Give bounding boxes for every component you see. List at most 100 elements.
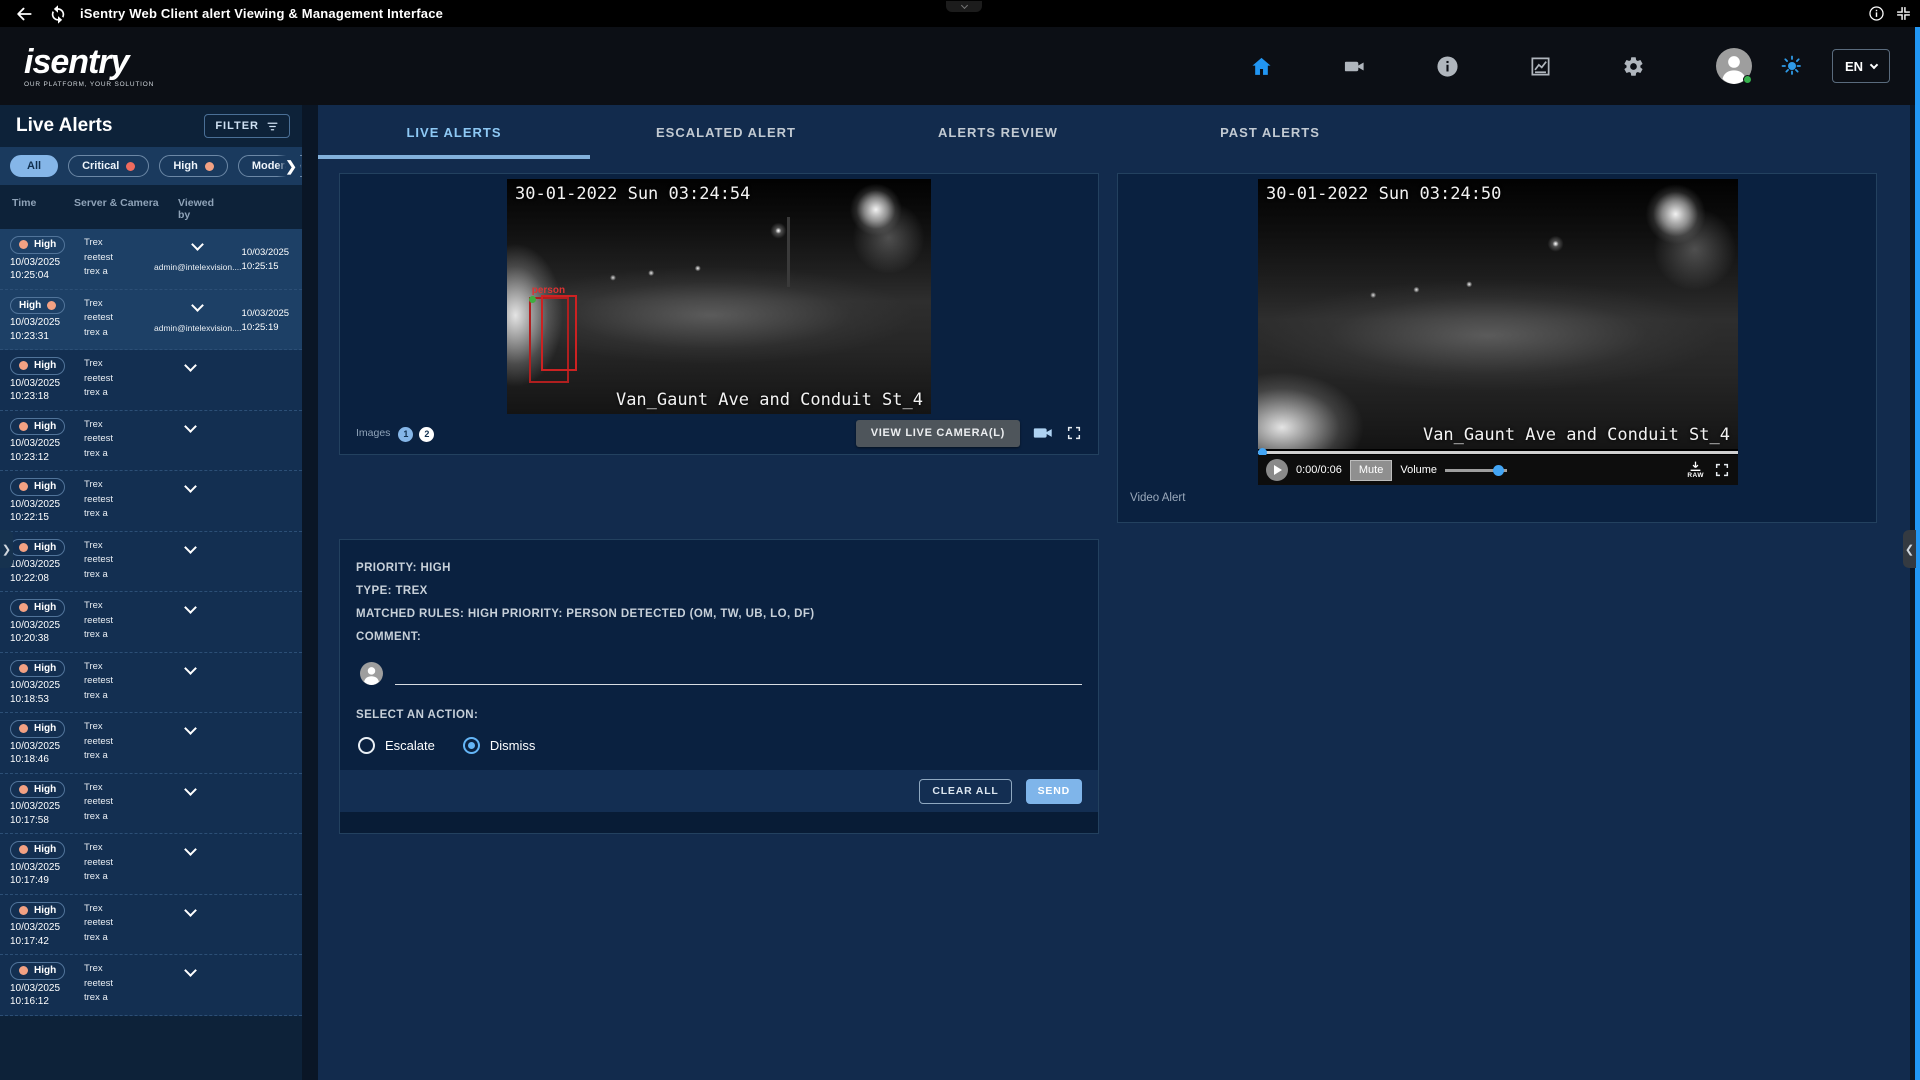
viewed-timestamp <box>226 660 296 707</box>
alert-snapshot-image[interactable]: 30-01-2022 Sun 03:24:54 Van_Gaunt Ave an… <box>507 179 931 414</box>
nav-settings-icon[interactable] <box>1622 55 1645 78</box>
tab-past-alerts[interactable]: PAST ALERTS <box>1134 105 1406 159</box>
play-button[interactable] <box>1266 459 1288 481</box>
column-viewed-by: Viewed by <box>178 197 228 221</box>
priority-badge: High <box>10 660 65 678</box>
download-raw-button[interactable]: RAW <box>1687 461 1704 479</box>
tab-escalated-alert[interactable]: ESCALATED ALERT <box>590 105 862 159</box>
live-camera-icon[interactable] <box>1032 422 1054 444</box>
server-camera-cell: Trexreetesttrex a <box>72 841 154 888</box>
collapse-icon[interactable] <box>1895 5 1912 22</box>
alert-row[interactable]: High10/03/202510:17:49Trexreetesttrex a <box>0 834 302 895</box>
video-fullscreen-icon[interactable] <box>1714 462 1730 478</box>
image-page-2[interactable]: 2 <box>419 427 434 442</box>
refresh-icon[interactable] <box>48 4 68 24</box>
filter-chip-all[interactable]: All <box>10 155 58 177</box>
expand-chevron-icon[interactable] <box>184 904 197 917</box>
live-alerts-sidebar: Live Alerts FILTER AllCriticalHighModera… <box>0 105 302 1080</box>
back-icon[interactable] <box>14 4 34 24</box>
fullscreen-icon[interactable] <box>1066 425 1082 441</box>
filter-chip-critical[interactable]: Critical <box>68 155 149 177</box>
expand-chevron-icon[interactable] <box>191 238 204 251</box>
language-selector[interactable]: EN <box>1832 49 1890 83</box>
priority-badge: High <box>10 236 65 254</box>
sidebar-collapse-handle[interactable]: ❯ <box>0 530 13 568</box>
alert-row[interactable]: High10/03/202510:20:38Trexreetesttrex a <box>0 592 302 653</box>
alert-row[interactable]: High10/03/202510:17:42Trexreetesttrex a <box>0 895 302 956</box>
logo-tagline: OUR PLATFORM, YOUR SOLUTION <box>24 81 154 88</box>
nav-reports-icon[interactable] <box>1529 55 1552 78</box>
alert-row[interactable]: High10/03/202510:23:31Trexreetesttrex aa… <box>0 290 302 351</box>
mute-button[interactable]: Mute <box>1350 460 1392 481</box>
expand-chevron-icon[interactable] <box>184 359 197 372</box>
expand-chevron-icon[interactable] <box>184 662 197 675</box>
expand-chevron-icon[interactable] <box>191 299 204 312</box>
priority-badge: High <box>10 781 65 799</box>
online-status-dot <box>1743 75 1752 84</box>
severity-filter-chips: AllCriticalHighModerate❯ <box>0 147 302 185</box>
expand-chevron-icon[interactable] <box>184 843 197 856</box>
action-radios: Escalate Dismiss <box>340 721 1098 754</box>
main-panel: LIVE ALERTSESCALATED ALERTALERTS REVIEWP… <box>318 105 1910 1080</box>
nav-cameras-icon[interactable] <box>1343 55 1366 78</box>
viewed-timestamp <box>226 418 296 465</box>
logo[interactable]: isentry OUR PLATFORM, YOUR SOLUTION <box>24 45 154 88</box>
expand-chevron-icon[interactable] <box>184 541 197 554</box>
priority-badge: High <box>10 962 65 980</box>
severity-dot <box>126 162 135 171</box>
server-camera-cell: Trexreetesttrex a <box>72 902 154 949</box>
clear-all-button[interactable]: CLEAR ALL <box>919 779 1011 804</box>
alert-row[interactable]: High10/03/202510:23:12Trexreetesttrex a <box>0 411 302 472</box>
language-value: EN <box>1845 59 1863 74</box>
volume-slider[interactable] <box>1445 469 1507 472</box>
alert-video-frame[interactable]: 30-01-2022 Sun 03:24:50 Van_Gaunt Ave an… <box>1258 179 1738 449</box>
server-camera-cell: Trexreetesttrex a <box>72 660 154 707</box>
tab-live-alerts[interactable]: LIVE ALERTS <box>318 105 590 159</box>
server-camera-cell: Trexreetesttrex a <box>72 478 154 525</box>
expand-chevron-icon[interactable] <box>184 783 197 796</box>
filter-button[interactable]: FILTER <box>204 114 290 138</box>
camera-caption: Van_Gaunt Ave and Conduit St_4 <box>616 390 923 410</box>
tab-alerts-review[interactable]: ALERTS REVIEW <box>862 105 1134 159</box>
viewed-timestamp: 10/03/202510:25:19 <box>242 297 302 344</box>
expand-chevron-icon[interactable] <box>184 964 197 977</box>
comment-input[interactable] <box>395 663 1082 685</box>
view-live-camera-button[interactable]: VIEW LIVE CAMERA(L) <box>856 420 1020 447</box>
filter-chip-high[interactable]: High <box>159 155 227 177</box>
chevron-down-icon <box>1870 60 1878 68</box>
alert-row[interactable]: High10/03/202510:23:18Trexreetesttrex a <box>0 350 302 411</box>
chips-scroll-arrow[interactable]: ❯ <box>277 147 300 185</box>
send-button[interactable]: SEND <box>1026 779 1082 804</box>
expand-chevron-icon[interactable] <box>184 480 197 493</box>
severity-dot <box>205 162 214 171</box>
alert-row[interactable]: High10/03/202510:22:15Trexreetesttrex a <box>0 471 302 532</box>
alert-row[interactable]: High10/03/202510:18:46Trexreetesttrex a <box>0 713 302 774</box>
radio-escalate[interactable]: Escalate <box>358 737 435 754</box>
window-drag-tab[interactable] <box>946 1 982 12</box>
video-time: 0:00/0:06 <box>1296 464 1342 476</box>
alert-row[interactable]: High10/03/202510:18:53Trexreetesttrex a <box>0 653 302 714</box>
user-avatar[interactable] <box>1716 48 1752 84</box>
priority-badge: High <box>10 418 65 436</box>
alert-row[interactable]: High10/03/202510:22:08Trexreetesttrex a <box>0 532 302 593</box>
volume-knob[interactable] <box>1493 465 1504 476</box>
app-header: isentry OUR PLATFORM, YOUR SOLUTION EN <box>0 27 1920 105</box>
video-alert-card: 30-01-2022 Sun 03:24:50 Van_Gaunt Ave an… <box>1117 173 1877 523</box>
image-page-1[interactable]: 1 <box>398 427 413 442</box>
expand-chevron-icon[interactable] <box>184 722 197 735</box>
images-label: Images <box>356 427 390 439</box>
expand-chevron-icon[interactable] <box>184 601 197 614</box>
alert-details-card: PRIORITY: HIGH TYPE: TREX MATCHED RULES:… <box>339 539 1099 834</box>
alert-row[interactable]: High10/03/202510:16:12Trexreetesttrex a <box>0 955 302 1016</box>
info-icon[interactable] <box>1868 5 1885 22</box>
radio-dismiss[interactable]: Dismiss <box>463 737 536 754</box>
alert-row[interactable]: High10/03/202510:25:04Trexreetesttrex aa… <box>0 229 302 290</box>
expand-chevron-icon[interactable] <box>184 420 197 433</box>
alert-row[interactable]: High10/03/202510:17:58Trexreetesttrex a <box>0 774 302 835</box>
panel-collapse-handle[interactable]: ❮ <box>1903 530 1916 568</box>
header-right: EN <box>1716 48 1890 84</box>
theme-toggle-icon[interactable] <box>1780 54 1804 78</box>
video-caption: Van_Gaunt Ave and Conduit St_4 <box>1423 425 1730 445</box>
nav-info-icon[interactable] <box>1436 55 1459 78</box>
nav-home-icon[interactable] <box>1250 55 1273 78</box>
